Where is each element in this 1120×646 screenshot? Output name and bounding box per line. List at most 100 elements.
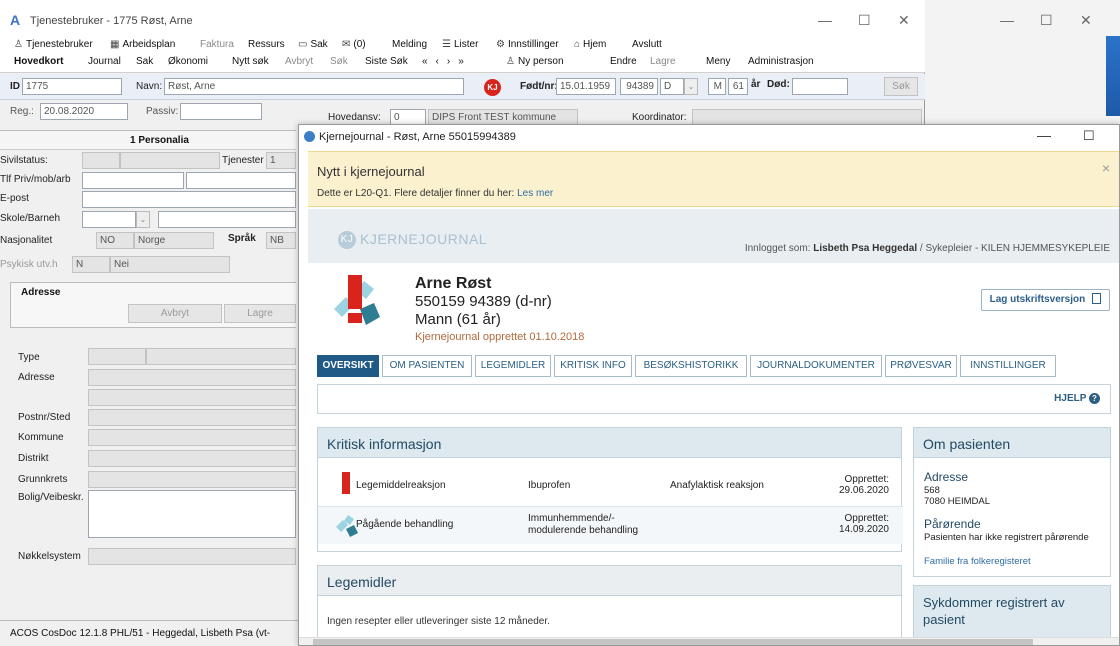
legemidler-card: Legemidler Ingen resepter eller utleveri… <box>317 565 902 645</box>
psykisk-field[interactable]: Nei <box>110 256 230 273</box>
pnr-field[interactable]: 94389 <box>620 78 658 95</box>
familie-link[interactable]: Familie fra folkeregisteret <box>924 556 1031 567</box>
bg-close-icon[interactable]: ✕ <box>1080 12 1092 29</box>
kj-maximize-icon[interactable]: ☐ <box>1083 128 1095 144</box>
menu-innstillinger[interactable]: ⚙ Innstillinger <box>496 39 559 50</box>
tlf-priv-field[interactable] <box>82 172 184 189</box>
kj-minimize-icon[interactable]: — <box>1037 127 1051 143</box>
menu-avbryt[interactable]: Avbryt <box>285 56 313 67</box>
menu-arbeidsplan[interactable]: ▦ Arbeidsplan <box>110 39 175 50</box>
tab-provesvar[interactable]: PRØVESVAR <box>885 355 957 377</box>
reg-field[interactable]: 20.08.2020 <box>40 103 128 120</box>
navn-field[interactable]: Røst, Arne <box>164 78 464 95</box>
tab-besokshistorikk[interactable]: BESØKSHISTORIKK <box>635 355 747 377</box>
maximize-icon[interactable]: ☐ <box>858 12 871 29</box>
dod-field[interactable] <box>792 78 848 95</box>
type-label: Type <box>18 352 40 363</box>
les-mer-link[interactable]: Les mer <box>517 188 553 199</box>
menu-faktura[interactable]: Faktura <box>200 39 234 50</box>
skole-field[interactable] <box>158 211 296 228</box>
menu-avslutt[interactable]: Avslutt <box>632 39 662 50</box>
psykisk-code-field[interactable]: N <box>72 256 110 273</box>
tlf-mob-field[interactable] <box>186 172 296 189</box>
avbryt-button[interactable]: Avbryt <box>128 304 222 323</box>
passiv-field[interactable] <box>180 103 262 120</box>
tab-oversikt[interactable]: OVERSIKT <box>317 355 379 377</box>
menu-ny-person[interactable]: ♙ Ny person <box>506 56 564 67</box>
menu-hovedkort[interactable]: Hovedkort <box>14 56 63 67</box>
tab-kritisk-info[interactable]: KRITISK INFO <box>554 355 632 377</box>
menu-siste-sok[interactable]: Siste Søk <box>365 56 408 67</box>
adresse-field-1[interactable] <box>88 369 296 386</box>
id-field[interactable]: 1775 <box>22 78 122 95</box>
nokkelsystem-field[interactable] <box>88 548 296 565</box>
notice-close-icon[interactable]: × <box>1102 160 1110 176</box>
kommune-field[interactable] <box>88 429 296 446</box>
critical-info-card: Kritisk informasjon Legemiddelreaksjon I… <box>317 427 903 552</box>
menu-messages[interactable]: ✉ (0) <box>342 39 366 50</box>
menu-ressurs[interactable]: Ressurs <box>248 39 285 50</box>
sivilstatus-code[interactable] <box>82 152 120 169</box>
menu-administrasjon[interactable]: Administrasjon <box>748 56 814 67</box>
hovedansv-label: Hovedansv: <box>328 112 381 123</box>
menu-melding[interactable]: Melding <box>392 39 427 50</box>
tab-personalia[interactable]: 1 Personalia <box>0 130 296 150</box>
postnr-field[interactable] <box>88 409 296 426</box>
menu-lagre[interactable]: Lagre <box>650 56 676 67</box>
d-field[interactable]: D <box>660 78 684 95</box>
skole-dropdown-icon[interactable]: ⌄ <box>136 211 150 228</box>
close-icon[interactable]: ✕ <box>898 12 910 29</box>
nav-arrows[interactable]: «‹›» <box>422 56 472 67</box>
skole-code[interactable] <box>82 211 136 228</box>
lagre-button[interactable]: Lagre <box>224 304 296 323</box>
menu-lister[interactable]: ☰ Lister <box>442 39 478 50</box>
critical-type: Legemiddelreaksjon <box>356 480 446 491</box>
tjenester-field[interactable]: 1 <box>266 152 296 169</box>
tab-innstillinger[interactable]: INNSTILLINGER <box>960 355 1056 377</box>
help-link[interactable]: HJELP ? <box>1054 393 1100 404</box>
epost-field[interactable] <box>82 191 296 208</box>
nasj-field[interactable]: Norge <box>134 232 214 249</box>
sex-field[interactable]: M <box>708 78 726 95</box>
menu-sok[interactable]: Søk <box>330 56 348 67</box>
sprak-field[interactable]: NB <box>266 232 296 249</box>
menu-tjenestebruker[interactable]: ♙ Tjenestebruker <box>14 39 93 50</box>
horizontal-scrollbar[interactable] <box>299 637 1119 645</box>
adresse-heading: Adresse <box>924 470 969 484</box>
bolig-field[interactable] <box>88 490 296 538</box>
age-field[interactable]: 61 <box>728 78 748 95</box>
distrikt-field[interactable] <box>88 450 296 467</box>
tab-adresse[interactable]: Adresse <box>21 287 60 298</box>
minimize-icon[interactable]: — <box>818 12 832 28</box>
menu-journal[interactable]: Journal <box>88 56 121 67</box>
patient-id-row: ID 1775 Navn: Røst, Arne KJ Født/nr: 15.… <box>0 74 925 100</box>
scrollbar-thumb[interactable] <box>313 639 1033 645</box>
type-field[interactable] <box>88 348 146 365</box>
menu-okonomi[interactable]: Økonomi <box>168 56 208 67</box>
bg-minimize-icon[interactable]: — <box>1000 12 1014 28</box>
adresse-field-2[interactable] <box>88 389 296 406</box>
print-version-button[interactable]: Lag utskriftsversjon <box>980 289 1110 311</box>
menu-sak[interactable]: ▭ Sak <box>298 39 328 50</box>
menu-meny[interactable]: Meny <box>706 56 730 67</box>
critical-reaction: Anafylaktisk reaksjon <box>670 480 764 491</box>
type-field-2[interactable] <box>146 348 296 365</box>
tab-om-pasienten[interactable]: OM PASIENTEN <box>382 355 472 377</box>
grunnkrets-field[interactable] <box>88 471 296 488</box>
tlf-label: Tlf Priv/mob/arb <box>0 174 71 185</box>
d-dropdown-icon[interactable]: ⌄ <box>684 78 698 95</box>
tab-legemidler[interactable]: LEGEMIDLER <box>475 355 551 377</box>
kj-launch-icon[interactable]: KJ <box>484 79 501 96</box>
bg-maximize-icon[interactable]: ☐ <box>1040 12 1053 29</box>
nasj-code-field[interactable]: NO <box>96 232 134 249</box>
menu-nytt-sok[interactable]: Nytt søk <box>232 56 269 67</box>
fodt-field[interactable]: 15.01.1959 <box>556 78 616 95</box>
sok-button[interactable]: Søk <box>884 77 918 96</box>
tab-journaldokumenter[interactable]: JOURNALDOKUMENTER <box>750 355 882 377</box>
critical-row[interactable]: Pågående behandling Immunhemmende/- modu… <box>318 506 903 544</box>
menu-endre[interactable]: Endre <box>610 56 637 67</box>
menu-hjem[interactable]: ⌂ Hjem <box>574 39 606 50</box>
menu-sak2[interactable]: Sak <box>136 56 153 67</box>
sivilstatus-field[interactable] <box>120 152 220 169</box>
critical-row[interactable]: Legemiddelreaksjon Ibuprofen Anafylaktis… <box>318 468 903 506</box>
